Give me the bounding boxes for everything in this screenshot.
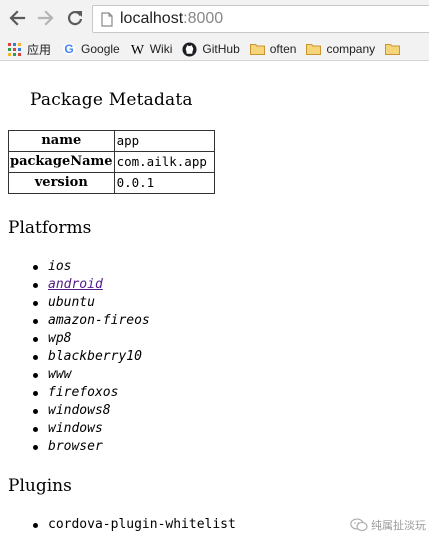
platforms-list: ios android ubuntu amazon-fireos wp8 bla…: [0, 258, 150, 456]
bullet: [33, 355, 38, 360]
wechat-icon: [350, 518, 368, 532]
platform-item: ubuntu: [0, 294, 150, 312]
github-icon: [182, 41, 197, 57]
back-button[interactable]: [6, 7, 28, 29]
platform-item: android: [0, 276, 150, 294]
platform-item: ios: [0, 258, 150, 276]
plugin-item: cordova-plugin-whitelist: [0, 516, 236, 534]
plugins-list: cordova-plugin-whitelist: [0, 516, 236, 534]
wikipedia-icon: W: [130, 42, 145, 57]
url-text: localhost:8000: [120, 10, 223, 28]
url-port: :8000: [183, 10, 224, 27]
folder-icon: [306, 42, 322, 57]
svg-text:G: G: [64, 42, 73, 56]
bookmarks-bar: 应用 G Google W Wiki GitHub often company: [0, 38, 429, 61]
bookmark-wiki[interactable]: W Wiki: [130, 42, 173, 57]
metadata-value: 0.0.1: [113, 172, 215, 194]
platform-item: browser: [0, 438, 150, 456]
bookmark-google[interactable]: G Google: [61, 42, 120, 57]
metadata-table: name app packageName com.ailk.app versio…: [8, 130, 215, 194]
bullet: [33, 265, 38, 270]
platform-item: windows8: [0, 402, 150, 420]
platform-label: blackberry10: [48, 349, 142, 364]
metadata-key: name: [8, 130, 115, 152]
metadata-key: version: [8, 172, 115, 194]
folder-icon: [385, 42, 401, 57]
svg-text:W: W: [131, 43, 145, 56]
bookmark-folder-overflow[interactable]: [385, 42, 405, 57]
platform-item: blackberry10: [0, 348, 150, 366]
platform-label: windows8: [48, 403, 111, 418]
bullet: [33, 391, 38, 396]
table-row: packageName com.ailk.app: [8, 151, 215, 173]
bookmark-label: 应用: [27, 42, 52, 57]
bullet: [33, 373, 38, 378]
arrow-right-icon: [37, 10, 54, 26]
bullet: [33, 283, 38, 288]
bookmark-folder-company[interactable]: company: [306, 42, 375, 57]
plugin-label: cordova-plugin-whitelist: [48, 517, 236, 532]
platform-item: www: [0, 366, 150, 384]
table-row: version 0.0.1: [8, 172, 215, 194]
metadata-value: com.ailk.app: [113, 151, 215, 173]
bookmark-label: Wiki: [149, 42, 173, 56]
reload-icon: [67, 11, 83, 26]
bookmark-github[interactable]: GitHub: [182, 41, 240, 57]
platforms-heading: Platforms: [8, 218, 92, 238]
bookmark-folder-often[interactable]: often: [249, 42, 297, 57]
plugins-heading: Plugins: [8, 476, 72, 496]
metadata-value: app: [113, 130, 215, 152]
bullet: [33, 301, 38, 306]
page-icon: [100, 11, 114, 27]
platform-link-android[interactable]: android: [48, 277, 103, 292]
arrow-left-icon: [9, 10, 26, 26]
platform-label: windows: [48, 421, 103, 436]
url-host: localhost: [120, 10, 184, 27]
bullet: [33, 409, 38, 414]
bookmark-label: GitHub: [202, 42, 240, 56]
page-content: Package Metadata name app packageName co…: [0, 61, 429, 545]
watermark-text: 纯属扯淡玩: [371, 519, 426, 532]
forward-button[interactable]: [35, 7, 57, 29]
platform-label: ubuntu: [48, 295, 95, 310]
reload-button[interactable]: [64, 7, 86, 29]
browser-toolbar: localhost:8000: [0, 0, 429, 39]
platform-label: browser: [48, 439, 103, 454]
bullet: [33, 523, 38, 528]
platform-item: wp8: [0, 330, 150, 348]
metadata-title: Package Metadata: [30, 90, 193, 110]
platform-label: amazon-fireos: [48, 313, 150, 328]
platform-label: www: [48, 367, 72, 382]
platform-item: amazon-fireos: [0, 312, 150, 330]
google-icon: G: [61, 42, 76, 57]
platform-label: ios: [48, 259, 72, 274]
address-bar[interactable]: localhost:8000: [92, 5, 429, 33]
bullet: [33, 337, 38, 342]
bookmark-label: often: [269, 42, 297, 56]
folder-icon: [249, 42, 265, 57]
bookmark-apps[interactable]: 应用: [7, 41, 51, 58]
table-row: name app: [8, 130, 215, 152]
metadata-key: packageName: [8, 151, 115, 173]
bullet: [33, 319, 38, 324]
apps-grid-icon: [7, 42, 22, 57]
bullet: [33, 445, 38, 450]
platform-label: firefoxos: [48, 385, 119, 400]
bookmark-label: Google: [81, 42, 120, 56]
watermark: 纯属扯淡玩: [350, 517, 426, 533]
platform-label: wp8: [48, 331, 72, 346]
platform-item: firefoxos: [0, 384, 150, 402]
bookmark-label: company: [326, 42, 376, 56]
bullet: [33, 427, 38, 432]
platform-item: windows: [0, 420, 150, 438]
